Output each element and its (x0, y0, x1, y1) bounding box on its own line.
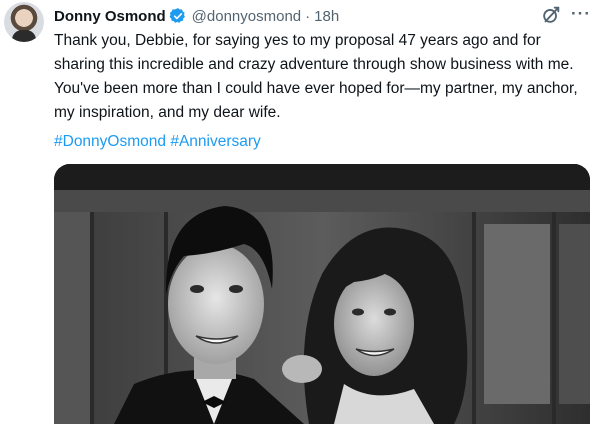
hashtag-link[interactable]: #DonnyOsmond (54, 133, 166, 150)
tweet-header: Donny Osmond @donnyosmond · 18h (54, 5, 339, 27)
grok-icon[interactable] (540, 4, 562, 26)
tweet-line: Thank you, Debbie, for saying yes to my … (54, 32, 541, 49)
verified-badge-icon (169, 8, 185, 23)
hashtag-link[interactable]: #Anniversary (170, 133, 260, 150)
hashtags: #DonnyOsmond #Anniversary (54, 131, 261, 153)
tweet-text: Thank you, Debbie, for saying yes to my … (54, 29, 590, 125)
separator-dot: · (305, 7, 311, 25)
timestamp[interactable]: 18h (314, 8, 339, 25)
author-handle[interactable]: @donnyosmond (192, 8, 301, 25)
photo-illustration (54, 164, 590, 424)
avatar-shirt (12, 30, 36, 42)
tweet-photo[interactable] (54, 164, 590, 424)
tweet-line: sharing this incredible and crazy advent… (54, 56, 574, 73)
avatar[interactable] (4, 2, 44, 42)
tweet-line: my inspiration, and my dear wife. (54, 104, 281, 121)
author-name[interactable]: Donny Osmond (54, 8, 166, 25)
tweet-line: You've been more than I could have ever … (54, 80, 578, 97)
more-options-icon[interactable]: ··· (571, 5, 590, 22)
